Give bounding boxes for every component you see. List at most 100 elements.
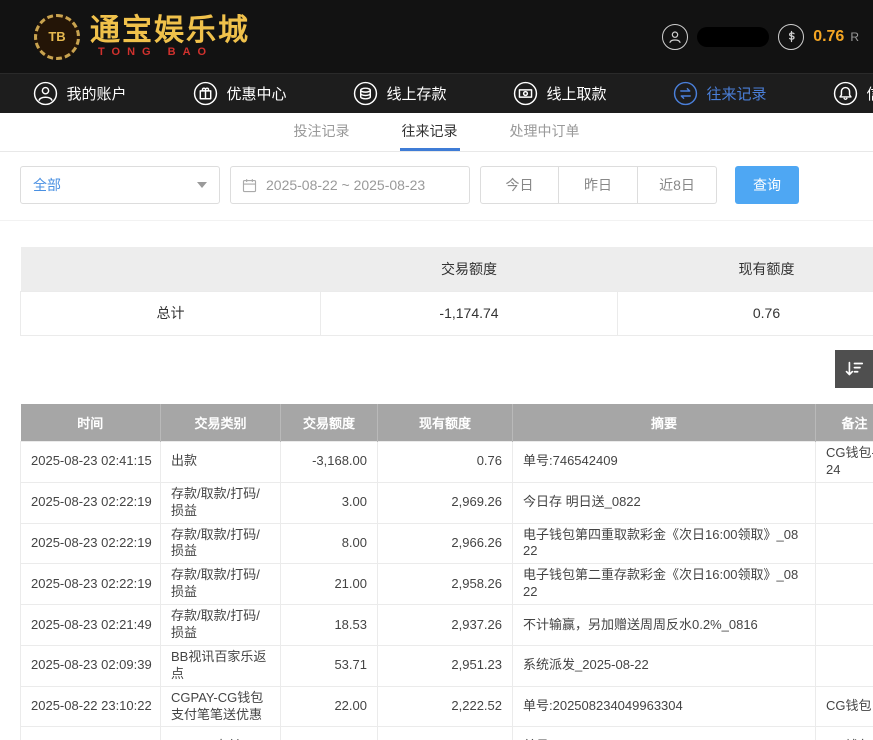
logo[interactable]: TB 通宝娱乐城 TONG BAO [34,14,250,60]
sort-button[interactable] [835,350,873,388]
summary-total-row: 总计 -1,174.74 0.76 [21,291,873,335]
calendar-icon [241,177,258,194]
nav-item-transaction-records[interactable]: 往来记录 [640,74,800,113]
cell-summary: 今日存 明日送_0822 [513,482,816,523]
today-button[interactable]: 今日 [480,166,559,204]
nav-item-announcements[interactable]: 信息公告 [800,74,873,113]
summary-header-empty [21,247,321,291]
cell-remark [816,482,873,523]
cell-balance: 2,951.23 [378,645,513,686]
gift-icon [193,81,218,106]
cell-time: 2025-08-23 02:22:19 [21,564,161,605]
cell-remark [816,605,873,646]
cell-time: 2025-08-23 02:21:49 [21,605,161,646]
cell-time: 2025-08-23 02:41:15 [21,442,161,483]
cell-balance: 2,966.26 [378,523,513,564]
filter-bar: 全部 2025-08-22 ~ 2025-08-23 今日 昨日 近8日 查询 [0,152,873,221]
quick-date-buttons: 今日 昨日 近8日 [480,166,717,204]
cell-type: 存款/取款/打码/损益 [161,605,281,646]
main-nav: 我的账户 优惠中心 线上存款 线上取款 往来记录 [0,73,873,113]
cell-remark [816,564,873,605]
summary-header-balance: 现有额度 [618,247,873,291]
cell-amount: 2,200.00 [281,727,378,740]
cell-balance: 0.76 [378,442,513,483]
cell-remark: CG钱包 [816,727,873,740]
nav-item-label: 优惠中心 [226,83,286,104]
cell-type: BB视讯百家乐返点 [161,645,281,686]
cell-type: CGPAY支付 [161,727,281,740]
table-row: 2025-08-23 02:09:39BB视讯百家乐返点53.712,951.2… [21,645,873,686]
summary-section: 交易额度 现有额度 总计 -1,174.74 0.76 [20,247,873,336]
banknote-icon [513,81,538,106]
cell-balance: 2,200.52 [378,727,513,740]
search-button[interactable]: 查询 [735,166,799,204]
cell-remark [816,523,873,564]
cell-amount: 18.53 [281,605,378,646]
table-row: 2025-08-23 02:41:15出款-3,168.000.76单号:746… [21,442,873,483]
tab-pending-orders[interactable]: 处理中订单 [508,113,582,151]
chevron-down-icon [197,182,207,188]
table-row: 2025-08-23 02:21:49存款/取款/打码/损益18.532,937… [21,605,873,646]
table-row: 2025-08-23 02:22:19存款/取款/打码/损益21.002,958… [21,564,873,605]
cell-summary: 单号:746542409 [513,442,816,483]
logo-chip-icon: TB [34,14,80,60]
summary-table: 交易额度 现有额度 总计 -1,174.74 0.76 [20,247,873,336]
summary-balance-total: 0.76 [618,291,873,335]
records-section: 时间 交易类别 交易额度 现有额度 摘要 备注 2025-08-23 02:41… [20,404,873,740]
cell-amount: 3.00 [281,482,378,523]
transactions-body: 2025-08-23 02:41:15出款-3,168.000.76单号:746… [21,442,873,740]
nav-item-label: 信息公告 [866,83,873,104]
table-row: 2025-08-22 23:10:22CGPAY-CG钱包支付笔笔送优惠22.0… [21,686,873,727]
user-avatar-icon[interactable] [662,24,688,50]
transactions-table: 时间 交易类别 交易额度 现有额度 摘要 备注 2025-08-23 02:41… [20,404,873,740]
nav-item-my-account[interactable]: 我的账户 [0,74,160,113]
nav-item-label: 往来记录 [706,83,766,104]
tab-betting-records[interactable]: 投注记录 [292,113,352,151]
cell-balance: 2,969.26 [378,482,513,523]
balance-dollar-icon[interactable] [778,24,804,50]
table-row: 2025-08-23 02:22:19存款/取款/打码/损益3.002,969.… [21,482,873,523]
coins-icon [353,81,378,106]
cell-amount: 53.71 [281,645,378,686]
transfer-icon [673,81,698,106]
date-range-input[interactable]: 2025-08-22 ~ 2025-08-23 [230,166,470,204]
nav-item-online-deposit[interactable]: 线上存款 [320,74,480,113]
col-header-remark: 备注 [816,404,873,442]
logo-title: 通宝娱乐城 [90,15,250,47]
nav-item-label: 线上存款 [386,83,446,104]
user-icon [33,81,58,106]
col-header-summary: 摘要 [513,404,816,442]
redacted-username [697,27,769,47]
nav-item-online-withdrawal[interactable]: 线上取款 [480,74,640,113]
col-header-amount: 交易额度 [281,404,378,442]
nav-item-promotions[interactable]: 优惠中心 [160,74,320,113]
cell-amount: 8.00 [281,523,378,564]
balance-currency: R [850,30,859,44]
summary-transaction-total: -1,174.74 [321,291,618,335]
toolbar-row [0,350,873,388]
cell-summary: 电子钱包第四重取款彩金《次日16:00领取》_0822 [513,523,816,564]
table-row: 2025-08-22 23:10:22CGPAY支付2,200.002,200.… [21,727,873,740]
nav-item-label: 我的账户 [66,83,126,104]
sort-descending-icon [843,358,865,380]
cell-type: 存款/取款/打码/损益 [161,523,281,564]
cell-time: 2025-08-23 02:22:19 [21,482,161,523]
last-8-days-button[interactable]: 近8日 [638,166,717,204]
cell-summary: 不计输赢，另加赠送周周反水0.2%_0816 [513,605,816,646]
cell-type: 出款 [161,442,281,483]
col-header-type: 交易类别 [161,404,281,442]
yesterday-button[interactable]: 昨日 [559,166,638,204]
cell-summary: 电子钱包第二重存款彩金《次日16:00领取》_0822 [513,564,816,605]
cell-type: 存款/取款/打码/损益 [161,564,281,605]
cell-type: CGPAY-CG钱包支付笔笔送优惠 [161,686,281,727]
cell-balance: 2,937.26 [378,605,513,646]
cell-balance: 2,222.52 [378,686,513,727]
type-select[interactable]: 全部 [20,166,220,204]
col-header-balance: 现有额度 [378,404,513,442]
type-select-value: 全部 [33,175,61,195]
logo-subtitle: TONG BAO [90,46,250,58]
bell-icon [833,81,858,106]
cell-balance: 2,958.26 [378,564,513,605]
summary-total-label: 总计 [21,291,321,335]
tab-transaction-records[interactable]: 往来记录 [400,113,460,151]
